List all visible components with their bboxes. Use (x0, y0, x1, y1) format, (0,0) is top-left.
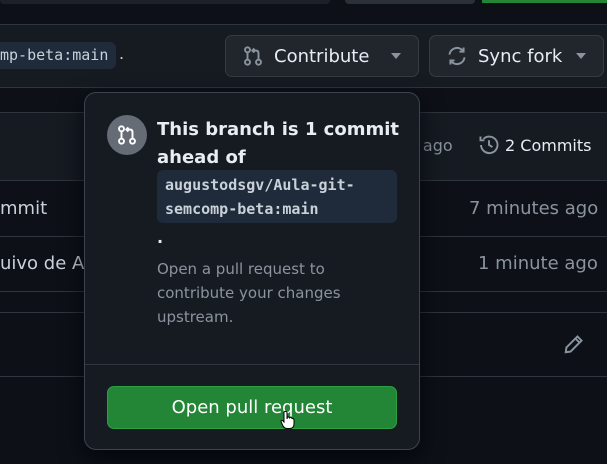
sync-fork-button[interactable]: Sync fork (429, 35, 604, 77)
commit-message[interactable]: mmit (0, 198, 47, 219)
popover-period: . (157, 228, 164, 247)
chevron-down-icon (576, 53, 586, 59)
commits-link[interactable]: 2 Commits (478, 134, 591, 156)
chevron-down-icon (391, 53, 401, 59)
top-bar-remnant (0, 0, 330, 4)
popover-description: Open a pull request to contribute your c… (157, 260, 341, 326)
commit-time: 7 minutes ago (469, 198, 599, 219)
branch-period: . (119, 44, 125, 63)
sync-fork-label: Sync fork (478, 45, 563, 67)
pull-request-icon (107, 115, 147, 155)
branch-ref: mp-beta:main (0, 42, 117, 69)
sync-icon (446, 45, 468, 67)
edit-pencil-icon[interactable] (563, 333, 585, 355)
popover-title: This branch is 1 commit ahead of (157, 119, 399, 168)
commit-time: 1 minute ago (478, 253, 598, 274)
commit-message[interactable]: uivo de Au (0, 253, 96, 274)
hand-cursor-icon (280, 410, 296, 430)
contribute-button[interactable]: Contribute (225, 35, 419, 77)
code-button-remnant (482, 0, 607, 3)
history-icon (478, 134, 500, 156)
open-pull-request-button[interactable]: Open pull request (107, 386, 397, 429)
top-button-remnant (345, 0, 475, 4)
upstream-branch-ref: augustodsgv/Aula-git-semcomp-beta:main (157, 170, 397, 223)
pull-request-icon (242, 45, 264, 67)
popover-divider (85, 364, 419, 365)
contribute-label: Contribute (274, 45, 370, 67)
commits-count: 2 Commits (505, 135, 592, 155)
